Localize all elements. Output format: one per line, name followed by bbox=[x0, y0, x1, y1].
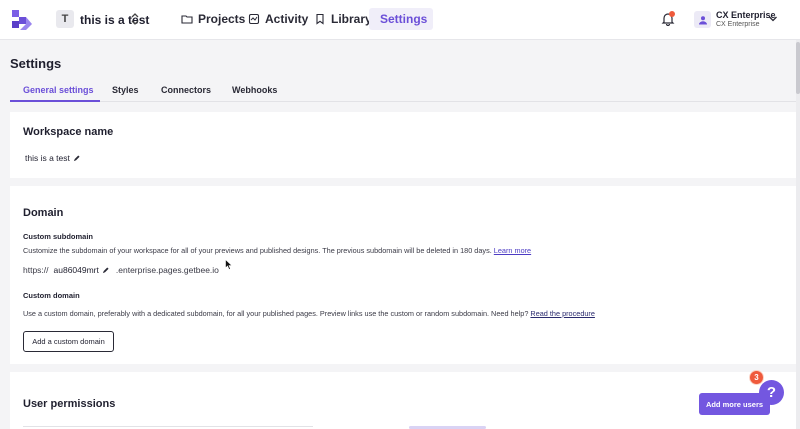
nav-activity[interactable]: Activity bbox=[242, 8, 314, 30]
user-permissions-heading: User permissions bbox=[23, 398, 116, 410]
tab-webhooks[interactable]: Webhooks bbox=[232, 85, 277, 95]
domain-card: Domain Custom subdomain Customize the su… bbox=[10, 186, 796, 364]
learn-more-link[interactable]: Learn more bbox=[494, 246, 531, 255]
nav-settings[interactable]: Settings bbox=[369, 8, 433, 30]
mouse-cursor-icon bbox=[225, 259, 233, 270]
top-bar: T this is a test Projects Activity Libra… bbox=[0, 0, 800, 40]
custom-domain-heading: Custom domain bbox=[23, 291, 80, 300]
chevron-down-icon[interactable] bbox=[768, 15, 778, 23]
add-custom-domain-button[interactable]: Add a custom domain bbox=[23, 331, 114, 352]
user-name[interactable]: CX Enterprise bbox=[716, 10, 776, 20]
custom-domain-description: Use a custom domain, preferably with a d… bbox=[23, 309, 595, 318]
subdomain-url-row: https:// au86049mrt .enterprise.pages.ge… bbox=[23, 265, 219, 275]
custom-domain-description-text: Use a custom domain, preferably with a d… bbox=[23, 309, 529, 318]
pencil-icon[interactable] bbox=[102, 266, 109, 274]
chevron-up-down-icon[interactable] bbox=[129, 12, 141, 26]
domain-heading: Domain bbox=[23, 207, 64, 219]
table-divider bbox=[23, 426, 313, 427]
workspace-name-heading: Workspace name bbox=[23, 126, 114, 138]
nav-projects-label: Projects bbox=[198, 12, 246, 26]
workspace-name-card: Workspace name this is a test bbox=[10, 112, 796, 178]
help-badge: 3 bbox=[749, 370, 764, 385]
scrollbar-thumb[interactable] bbox=[796, 42, 800, 94]
notification-dot bbox=[669, 11, 675, 17]
read-procedure-link[interactable]: Read the procedure bbox=[530, 309, 595, 318]
help-button[interactable]: ? bbox=[759, 380, 784, 405]
workspace-name-value: this is a test bbox=[25, 153, 80, 163]
app-logo-icon[interactable] bbox=[10, 8, 34, 30]
subdomain-value: au86049mrt bbox=[53, 265, 99, 275]
workspace-avatar[interactable]: T bbox=[56, 10, 74, 28]
bookmark-icon bbox=[316, 13, 324, 25]
user-subtitle: CX Enterprise bbox=[716, 21, 760, 28]
tab-connectors[interactable]: Connectors bbox=[161, 85, 211, 95]
user-permissions-card: User permissions Add more users bbox=[10, 372, 796, 429]
pencil-icon[interactable] bbox=[73, 154, 80, 162]
custom-subdomain-description-text: Customize the subdomain of your workspac… bbox=[23, 246, 492, 255]
nav-library-label: Library bbox=[331, 12, 372, 26]
nav-settings-label: Settings bbox=[380, 12, 428, 26]
url-suffix: .enterprise.pages.getbee.io bbox=[115, 265, 219, 275]
activity-icon bbox=[248, 13, 260, 25]
nav-projects[interactable]: Projects bbox=[175, 8, 251, 30]
user-icon bbox=[698, 15, 707, 24]
page-title: Settings bbox=[10, 56, 62, 71]
scrollbar-track[interactable] bbox=[796, 40, 800, 429]
tab-general-settings[interactable]: General settings bbox=[23, 85, 94, 95]
folder-icon bbox=[181, 15, 193, 24]
tab-styles[interactable]: Styles bbox=[112, 85, 139, 95]
workspace-name-text: this is a test bbox=[25, 153, 70, 163]
nav-library[interactable]: Library bbox=[308, 8, 378, 30]
url-prefix: https:// bbox=[23, 265, 49, 275]
nav-activity-label: Activity bbox=[265, 12, 309, 26]
custom-subdomain-description: Customize the subdomain of your workspac… bbox=[23, 246, 531, 255]
user-avatar[interactable] bbox=[694, 11, 711, 28]
settings-tabs: General settings Styles Connectors Webho… bbox=[10, 78, 796, 102]
custom-subdomain-heading: Custom subdomain bbox=[23, 232, 94, 241]
active-tab-underline bbox=[10, 100, 100, 102]
